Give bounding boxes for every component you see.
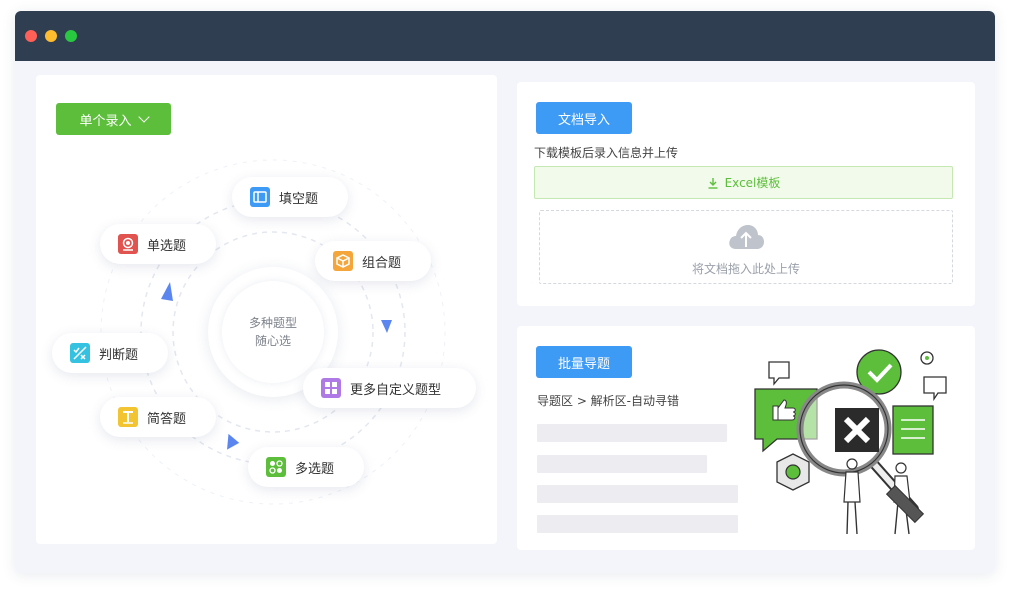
type-label: 填空题: [279, 191, 319, 207]
maximize-window-button[interactable]: [65, 30, 77, 42]
text-t-icon: [118, 407, 138, 427]
placeholder-line: [537, 424, 727, 442]
type-custom[interactable]: 更多自定义题型: [303, 368, 476, 408]
download-hint: 下载模板后录入信息并上传: [534, 146, 679, 160]
type-short-answer[interactable]: 简答题: [100, 397, 216, 437]
title-bar: [15, 11, 995, 61]
type-combo[interactable]: 组合题: [315, 241, 431, 281]
type-label: 组合题: [362, 255, 402, 271]
excel-template-download[interactable]: Excel模板: [534, 166, 953, 199]
close-window-button[interactable]: [25, 30, 37, 42]
grid-icon: [321, 378, 341, 398]
chat-bubble-icon: [923, 376, 947, 402]
orbit-arrow-icon: [161, 282, 173, 301]
type-label: 判断题: [99, 347, 139, 363]
type-multi-choice[interactable]: 多选题: [248, 447, 364, 487]
multi-choice-icon: [266, 457, 286, 477]
type-true-false[interactable]: 判断题: [52, 333, 168, 373]
excel-template-label: Excel模板: [724, 176, 781, 190]
type-label: 更多自定义题型: [350, 382, 442, 398]
batch-import-steps: 导题区 > 解析区-自动寻错: [537, 394, 680, 408]
type-fill-blank[interactable]: 填空题: [232, 177, 348, 217]
upload-dropzone[interactable]: 将文档拖入此处上传: [539, 210, 953, 284]
minimize-window-button[interactable]: [45, 30, 57, 42]
batch-import-button[interactable]: 批量导题: [536, 346, 632, 378]
dropzone-text: 将文档拖入此处上传: [691, 262, 800, 276]
type-label: 单选题: [147, 238, 187, 254]
single-choice-icon: [118, 234, 138, 254]
fill-blank-icon: [250, 187, 270, 207]
cloud-upload-icon: [729, 225, 764, 249]
placeholder-line: [537, 455, 707, 473]
true-false-icon: [70, 343, 90, 363]
placeholder-line: [537, 485, 738, 503]
error-check-illustration: [754, 349, 947, 535]
type-label: 多选题: [295, 461, 335, 477]
type-label: 简答题: [147, 411, 187, 427]
download-icon: [708, 177, 718, 189]
chat-bubble-icon: [768, 361, 790, 386]
orbit-arrow-icon: [227, 433, 240, 450]
document-import-button[interactable]: 文档导入: [536, 102, 632, 134]
center-caption: 多种题型 随心选: [222, 281, 324, 383]
placeholder-line: [537, 515, 738, 533]
app-window: 单个录入 多种题型 随心选 填空题 单选题 组合题 判断题 更多自定义题型 简答…: [15, 11, 995, 573]
document-import-panel: 文档导入 下载模板后录入信息并上传 Excel模板 将文档拖入此处上传: [517, 82, 975, 306]
box-icon: [333, 251, 353, 271]
type-single-choice[interactable]: 单选题: [100, 224, 216, 264]
orbit-arrow-icon: [381, 320, 392, 333]
batch-import-panel: 批量导题 导题区 > 解析区-自动寻错: [517, 326, 975, 550]
center-line-1: 多种题型: [248, 316, 297, 330]
center-line-2: 随心选: [254, 334, 291, 348]
single-entry-panel: 单个录入 多种题型 随心选 填空题 单选题 组合题 判断题 更多自定义题型 简答…: [36, 75, 497, 544]
